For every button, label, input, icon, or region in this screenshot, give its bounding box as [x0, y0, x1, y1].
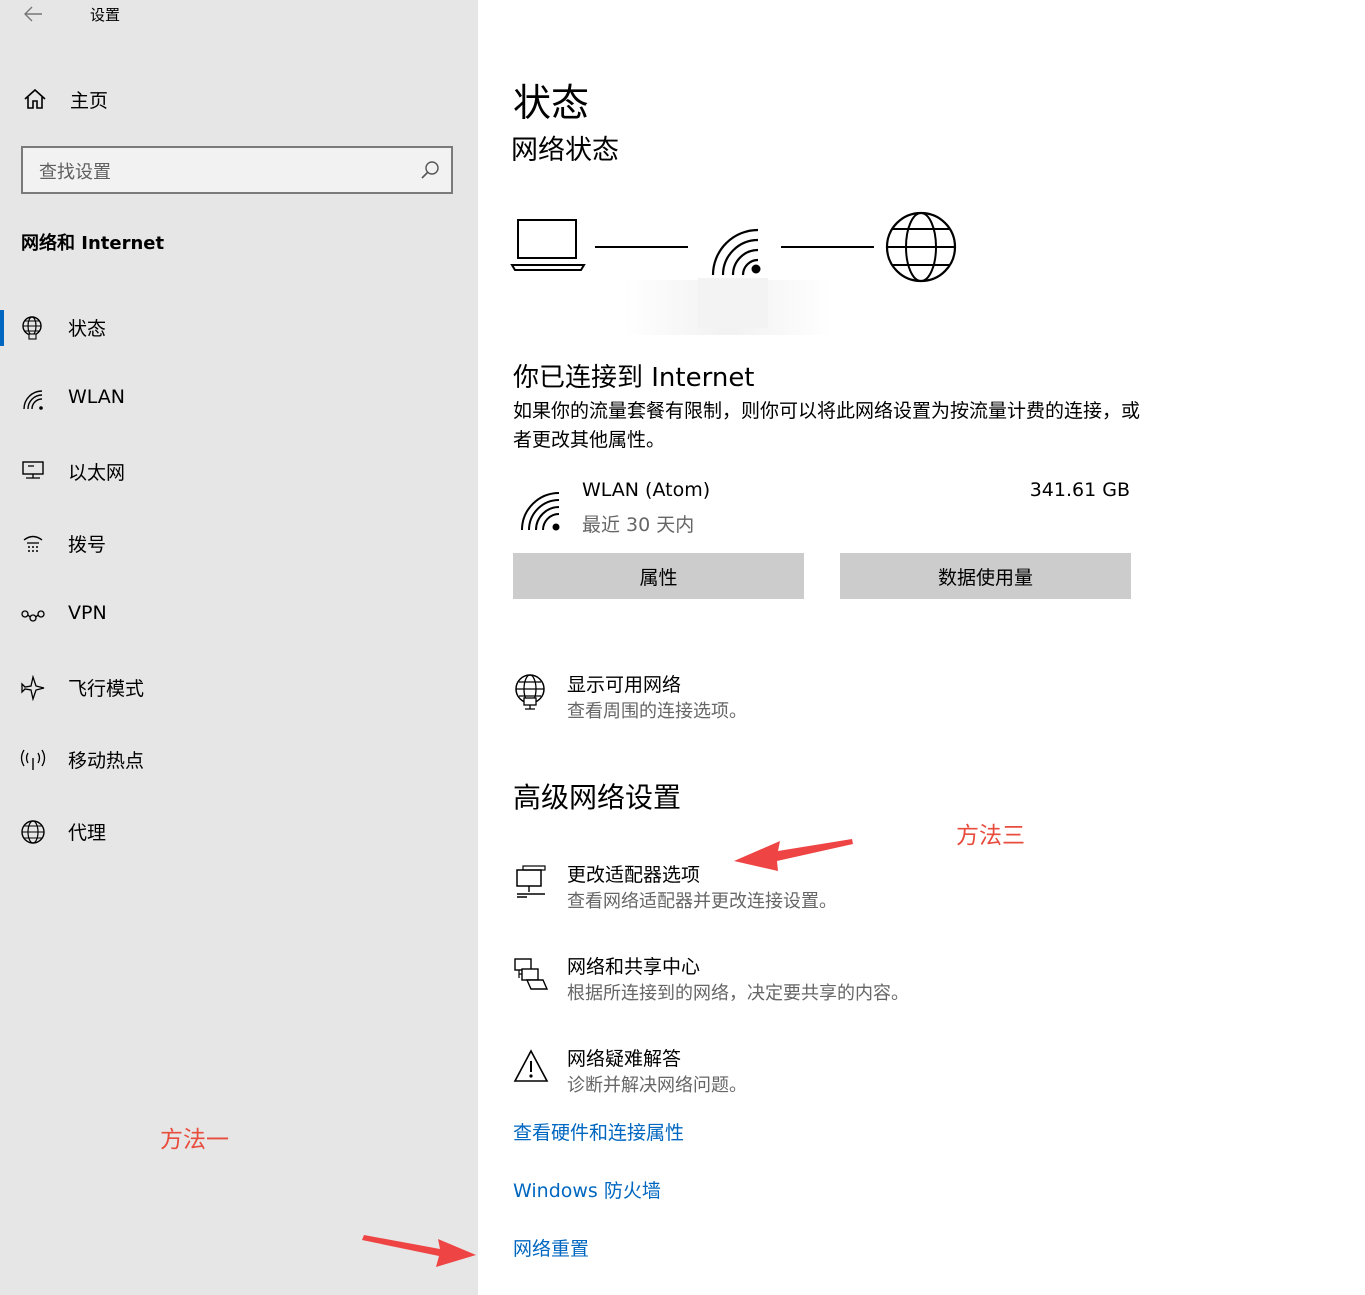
option-title: 更改适配器选项	[567, 864, 701, 886]
internet-globe-icon	[885, 211, 957, 283]
sidebar-item-dialup[interactable]: 拨号	[0, 508, 478, 580]
globe-icon	[21, 820, 45, 844]
network-adapter-icon	[516, 865, 546, 898]
home-nav-item[interactable]: 主页	[0, 76, 478, 122]
window-title: 设置	[90, 6, 121, 24]
warning-icon	[513, 1049, 549, 1082]
sidebar-nav: 状态 WLAN 以太网 拨号 VPN 飞行模式 移动热点 代理	[0, 292, 478, 868]
sidebar-item-label: WLAN	[68, 386, 126, 408]
laptop-icon	[510, 219, 586, 271]
wifi-signal-icon	[521, 492, 560, 531]
globe-network-icon	[515, 674, 545, 710]
annotation-method-3: 方法三	[956, 823, 1025, 849]
home-icon	[24, 88, 46, 109]
option-title: 显示可用网络	[567, 674, 682, 696]
wifi-signal-icon	[711, 228, 761, 276]
sidebar-item-vpn[interactable]: VPN	[0, 580, 478, 652]
connection-name: WLAN (Atom)	[582, 479, 711, 501]
data-usage-button[interactable]: 数据使用量	[840, 553, 1131, 599]
properties-button[interactable]: 属性	[513, 553, 804, 599]
option-description: 查看周围的连接选项。	[567, 701, 747, 722]
network-reset-link[interactable]: 网络重置	[513, 1234, 589, 1261]
sharing-center-icon	[514, 958, 549, 990]
connection-status-title: 你已连接到 Internet	[513, 363, 755, 393]
sidebar-item-label: VPN	[68, 602, 107, 624]
show-available-networks[interactable]: 显示可用网络 查看周围的连接选项。	[513, 670, 1013, 730]
sidebar-item-label: 拨号	[68, 534, 107, 556]
title-bar: 设置	[0, 0, 478, 32]
network-troubleshooter[interactable]: 网络疑难解答 诊断并解决网络问题。	[513, 1044, 1013, 1104]
sidebar-item-wlan[interactable]: WLAN	[0, 364, 478, 436]
sidebar-item-airplane[interactable]: 飞行模式	[0, 652, 478, 724]
back-arrow-icon[interactable]	[22, 3, 44, 25]
usage-period: 最近 30 天内	[582, 514, 695, 536]
hardware-properties-link[interactable]: 查看硬件和连接属性	[513, 1118, 684, 1145]
windows-firewall-link[interactable]: Windows 防火墙	[513, 1176, 661, 1203]
search-placeholder: 查找设置	[39, 162, 111, 183]
network-sharing-center[interactable]: 网络和共享中心 根据所连接到的网络，决定要共享的内容。	[513, 952, 1013, 1012]
option-description: 查看网络适配器并更改连接设置。	[567, 891, 837, 912]
section-heading: 网络和 Internet	[21, 233, 165, 254]
sidebar-item-proxy[interactable]: 代理	[0, 796, 478, 868]
vpn-icon	[21, 610, 45, 622]
data-usage-value: 341.61 GB	[1029, 479, 1130, 501]
connection-status-description: 如果你的流量套餐有限制，则你可以将此网络设置为按流量计费的连接，或者更改其他属性…	[513, 400, 1141, 451]
sidebar-item-label: 飞行模式	[68, 678, 145, 700]
annotation-method-1: 方法一	[160, 1127, 229, 1153]
option-description: 根据所连接到的网络，决定要共享的内容。	[567, 983, 909, 1004]
sidebar-item-label: 移动热点	[68, 750, 145, 772]
annotation-arrow-icon	[362, 1235, 476, 1267]
sidebar-item-status[interactable]: 状态	[0, 292, 478, 364]
option-description: 诊断并解决网络问题。	[567, 1075, 747, 1096]
page-title: 状态	[513, 81, 590, 125]
annotation-arrow-icon	[734, 839, 853, 871]
option-title: 网络疑难解答	[567, 1048, 682, 1070]
home-label: 主页	[70, 90, 109, 112]
option-title: 网络和共享中心	[567, 956, 701, 978]
sidebar: 设置 主页 查找设置 网络和 Internet 状态 WLAN 以太网 拨号 V…	[0, 0, 478, 1295]
section-subtitle: 网络状态	[511, 135, 619, 166]
sidebar-item-hotspot[interactable]: 移动热点	[0, 724, 478, 796]
main-content: 状态 网络状态 你已连接到 Internet 如果你的流量套餐有限制，则你可以将…	[478, 0, 1365, 1295]
redacted-area	[698, 278, 768, 328]
sidebar-item-ethernet[interactable]: 以太网	[0, 436, 478, 508]
dialup-icon	[23, 535, 43, 552]
connection-row: WLAN (Atom) 最近 30 天内 341.61 GB	[513, 475, 1133, 545]
wifi-icon	[23, 390, 43, 410]
airplane-icon	[21, 675, 45, 701]
search-input[interactable]: 查找设置	[21, 146, 453, 194]
globe-status-icon	[22, 316, 42, 340]
hotspot-icon	[20, 749, 46, 770]
search-icon[interactable]	[419, 159, 441, 181]
advanced-settings-title: 高级网络设置	[513, 781, 682, 814]
sidebar-item-label: 代理	[68, 822, 107, 844]
sidebar-item-label: 状态	[68, 318, 107, 340]
sidebar-item-label: 以太网	[68, 462, 126, 484]
ethernet-icon	[22, 461, 44, 479]
